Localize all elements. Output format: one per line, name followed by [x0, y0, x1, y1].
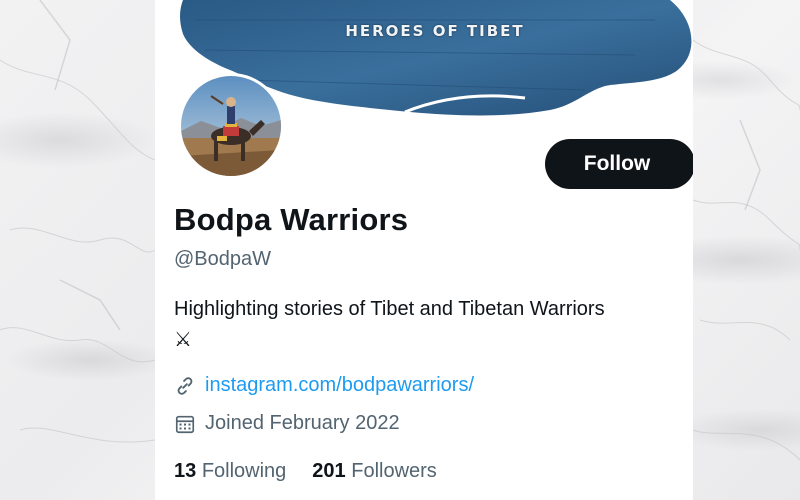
- bio: Highlighting stories of Tibet and Tibeta…: [174, 294, 689, 354]
- bio-text: Highlighting stories of Tibet and Tibeta…: [174, 298, 605, 320]
- calendar-icon: [174, 413, 196, 435]
- joined-row: Joined February 2022: [174, 412, 400, 435]
- profile-website-link[interactable]: instagram.com/bodpawarriors/: [205, 374, 474, 397]
- follow-button[interactable]: Follow: [545, 139, 693, 189]
- link-icon: [174, 375, 196, 397]
- followers-stat[interactable]: 201 Followers: [312, 460, 437, 483]
- crossed-swords-icon: ⚔: [174, 327, 192, 351]
- banner-title: HEROES OF TIBET: [345, 22, 525, 40]
- joined-date: Joined February 2022: [205, 412, 400, 434]
- following-count: 13: [174, 460, 197, 482]
- followers-count: 201: [312, 460, 346, 482]
- following-label: Following: [201, 460, 287, 482]
- horse-rider-photo: [181, 76, 281, 176]
- avatar[interactable]: [178, 73, 284, 179]
- display-name: Bodpa Warriors: [174, 202, 409, 237]
- following-stat[interactable]: 13 Following: [174, 460, 286, 483]
- user-handle: @BodpaW: [174, 248, 272, 270]
- profile-card: HEROES OF TIBET Follow Bodpa Warriors @B…: [155, 0, 693, 500]
- follow-stats: 13 Following 201 Followers: [174, 460, 463, 483]
- followers-label: Followers: [351, 460, 437, 482]
- profile-link-row: instagram.com/bodpawarriors/: [174, 374, 474, 397]
